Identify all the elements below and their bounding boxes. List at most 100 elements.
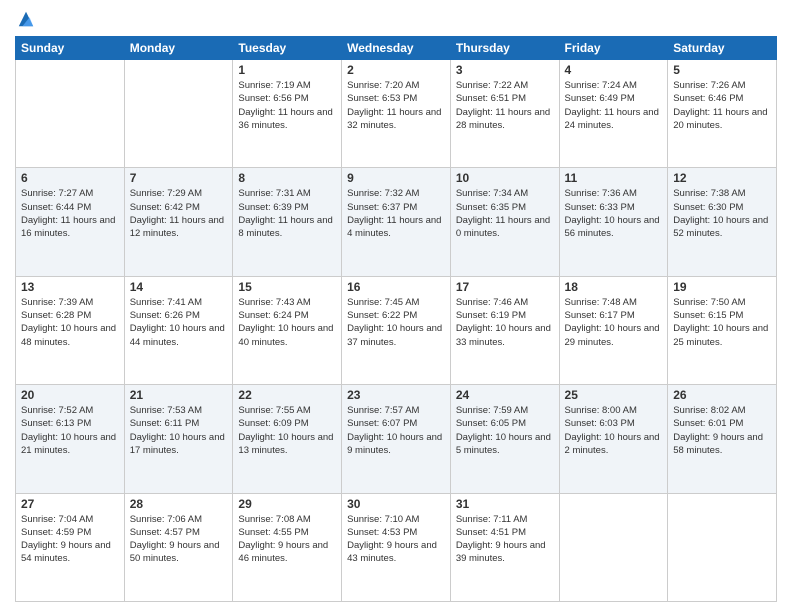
calendar-cell: 28 Sunrise: 7:06 AMSunset: 4:57 PMDayligh… xyxy=(124,493,233,601)
day-number: 18 xyxy=(565,280,663,294)
calendar-cell: 27 Sunrise: 7:04 AMSunset: 4:59 PMDayligh… xyxy=(16,493,125,601)
day-info: Sunrise: 7:20 AMSunset: 6:53 PMDaylight:… xyxy=(347,79,445,132)
day-number: 13 xyxy=(21,280,119,294)
day-number: 19 xyxy=(673,280,771,294)
day-info: Sunrise: 7:46 AMSunset: 6:19 PMDaylight:… xyxy=(456,296,554,349)
day-info: Sunrise: 7:43 AMSunset: 6:24 PMDaylight:… xyxy=(238,296,336,349)
calendar-cell: 25 Sunrise: 8:00 AMSunset: 6:03 PMDayligh… xyxy=(559,385,668,493)
day-number: 4 xyxy=(565,63,663,77)
day-info: Sunrise: 7:04 AMSunset: 4:59 PMDaylight:… xyxy=(21,513,119,566)
week-row-3: 13 Sunrise: 7:39 AMSunset: 6:28 PMDayligh… xyxy=(16,276,777,384)
calendar-cell: 24 Sunrise: 7:59 AMSunset: 6:05 PMDayligh… xyxy=(450,385,559,493)
day-info: Sunrise: 7:59 AMSunset: 6:05 PMDaylight:… xyxy=(456,404,554,457)
calendar-cell: 22 Sunrise: 7:55 AMSunset: 6:09 PMDayligh… xyxy=(233,385,342,493)
day-info: Sunrise: 7:32 AMSunset: 6:37 PMDaylight:… xyxy=(347,187,445,240)
day-info: Sunrise: 7:48 AMSunset: 6:17 PMDaylight:… xyxy=(565,296,663,349)
day-number: 1 xyxy=(238,63,336,77)
week-row-4: 20 Sunrise: 7:52 AMSunset: 6:13 PMDayligh… xyxy=(16,385,777,493)
day-number: 27 xyxy=(21,497,119,511)
day-number: 8 xyxy=(238,171,336,185)
calendar-cell: 4Sunrise: 7:24 AMSunset: 6:49 PMDaylight… xyxy=(559,60,668,168)
day-info: Sunrise: 7:57 AMSunset: 6:07 PMDaylight:… xyxy=(347,404,445,457)
calendar-cell: 5Sunrise: 7:26 AMSunset: 6:46 PMDaylight… xyxy=(668,60,777,168)
calendar-cell xyxy=(16,60,125,168)
day-info: Sunrise: 7:38 AMSunset: 6:30 PMDaylight:… xyxy=(673,187,771,240)
day-number: 3 xyxy=(456,63,554,77)
logo xyxy=(15,10,35,28)
week-row-1: 1 Sunrise: 7:19 AMSunset: 6:56 PMDaylight… xyxy=(16,60,777,168)
day-number: 29 xyxy=(238,497,336,511)
calendar-cell: 19 Sunrise: 7:50 AMSunset: 6:15 PMDayligh… xyxy=(668,276,777,384)
day-number: 20 xyxy=(21,388,119,402)
calendar-cell: 7 Sunrise: 7:29 AMSunset: 6:42 PMDaylight… xyxy=(124,168,233,276)
day-info: Sunrise: 7:36 AMSunset: 6:33 PMDaylight:… xyxy=(565,187,663,240)
day-number: 9 xyxy=(347,171,445,185)
page: SundayMondayTuesdayWednesdayThursdayFrid… xyxy=(0,0,792,612)
calendar-cell: 15 Sunrise: 7:43 AMSunset: 6:24 PMDayligh… xyxy=(233,276,342,384)
day-info: Sunrise: 7:19 AMSunset: 6:56 PMDaylight:… xyxy=(238,79,336,132)
calendar-cell: 16Sunrise: 7:45 AMSunset: 6:22 PMDayligh… xyxy=(342,276,451,384)
day-info: Sunrise: 8:02 AMSunset: 6:01 PMDaylight:… xyxy=(673,404,771,457)
day-info: Sunrise: 7:53 AMSunset: 6:11 PMDaylight:… xyxy=(130,404,228,457)
day-info: Sunrise: 7:45 AMSunset: 6:22 PMDaylight:… xyxy=(347,296,445,349)
day-number: 15 xyxy=(238,280,336,294)
calendar-cell: 11 Sunrise: 7:36 AMSunset: 6:33 PMDayligh… xyxy=(559,168,668,276)
day-number: 30 xyxy=(347,497,445,511)
day-info: Sunrise: 7:55 AMSunset: 6:09 PMDaylight:… xyxy=(238,404,336,457)
day-number: 11 xyxy=(565,171,663,185)
calendar-table: SundayMondayTuesdayWednesdayThursdayFrid… xyxy=(15,36,777,602)
calendar-cell: 10 Sunrise: 7:34 AMSunset: 6:35 PMDayligh… xyxy=(450,168,559,276)
calendar-cell: 20 Sunrise: 7:52 AMSunset: 6:13 PMDayligh… xyxy=(16,385,125,493)
calendar-cell: 29 Sunrise: 7:08 AMSunset: 4:55 PMDayligh… xyxy=(233,493,342,601)
calendar-cell: 8 Sunrise: 7:31 AMSunset: 6:39 PMDaylight… xyxy=(233,168,342,276)
week-row-5: 27 Sunrise: 7:04 AMSunset: 4:59 PMDayligh… xyxy=(16,493,777,601)
day-info: Sunrise: 7:39 AMSunset: 6:28 PMDaylight:… xyxy=(21,296,119,349)
day-number: 10 xyxy=(456,171,554,185)
day-info: Sunrise: 7:50 AMSunset: 6:15 PMDaylight:… xyxy=(673,296,771,349)
calendar-cell: 18 Sunrise: 7:48 AMSunset: 6:17 PMDayligh… xyxy=(559,276,668,384)
calendar-cell: 21 Sunrise: 7:53 AMSunset: 6:11 PMDayligh… xyxy=(124,385,233,493)
day-info: Sunrise: 7:26 AMSunset: 6:46 PMDaylight:… xyxy=(673,79,771,132)
day-info: Sunrise: 7:08 AMSunset: 4:55 PMDaylight:… xyxy=(238,513,336,566)
day-number: 26 xyxy=(673,388,771,402)
day-info: Sunrise: 7:29 AMSunset: 6:42 PMDaylight:… xyxy=(130,187,228,240)
day-header-thursday: Thursday xyxy=(450,37,559,60)
calendar-cell: 2 Sunrise: 7:20 AMSunset: 6:53 PMDaylight… xyxy=(342,60,451,168)
week-row-2: 6 Sunrise: 7:27 AMSunset: 6:44 PMDaylight… xyxy=(16,168,777,276)
day-info: Sunrise: 7:52 AMSunset: 6:13 PMDaylight:… xyxy=(21,404,119,457)
day-info: Sunrise: 7:34 AMSunset: 6:35 PMDaylight:… xyxy=(456,187,554,240)
day-info: Sunrise: 7:11 AMSunset: 4:51 PMDaylight:… xyxy=(456,513,554,566)
day-header-sunday: Sunday xyxy=(16,37,125,60)
day-info: Sunrise: 7:06 AMSunset: 4:57 PMDaylight:… xyxy=(130,513,228,566)
calendar-cell: 31Sunrise: 7:11 AMSunset: 4:51 PMDayligh… xyxy=(450,493,559,601)
day-header-saturday: Saturday xyxy=(668,37,777,60)
day-number: 17 xyxy=(456,280,554,294)
day-number: 22 xyxy=(238,388,336,402)
calendar-cell: 3Sunrise: 7:22 AMSunset: 6:51 PMDaylight… xyxy=(450,60,559,168)
day-number: 2 xyxy=(347,63,445,77)
day-info: Sunrise: 7:10 AMSunset: 4:53 PMDaylight:… xyxy=(347,513,445,566)
day-number: 28 xyxy=(130,497,228,511)
calendar-cell: 6 Sunrise: 7:27 AMSunset: 6:44 PMDaylight… xyxy=(16,168,125,276)
day-number: 7 xyxy=(130,171,228,185)
day-number: 12 xyxy=(673,171,771,185)
calendar-cell: 17 Sunrise: 7:46 AMSunset: 6:19 PMDayligh… xyxy=(450,276,559,384)
calendar-cell: 23 Sunrise: 7:57 AMSunset: 6:07 PMDayligh… xyxy=(342,385,451,493)
day-info: Sunrise: 7:31 AMSunset: 6:39 PMDaylight:… xyxy=(238,187,336,240)
day-info: Sunrise: 7:27 AMSunset: 6:44 PMDaylight:… xyxy=(21,187,119,240)
day-number: 6 xyxy=(21,171,119,185)
day-header-wednesday: Wednesday xyxy=(342,37,451,60)
day-header-friday: Friday xyxy=(559,37,668,60)
calendar-cell: 14Sunrise: 7:41 AMSunset: 6:26 PMDayligh… xyxy=(124,276,233,384)
day-number: 23 xyxy=(347,388,445,402)
day-header-tuesday: Tuesday xyxy=(233,37,342,60)
day-number: 25 xyxy=(565,388,663,402)
day-info: Sunrise: 8:00 AMSunset: 6:03 PMDaylight:… xyxy=(565,404,663,457)
day-number: 21 xyxy=(130,388,228,402)
calendar-cell: 9 Sunrise: 7:32 AMSunset: 6:37 PMDaylight… xyxy=(342,168,451,276)
calendar-header-row: SundayMondayTuesdayWednesdayThursdayFrid… xyxy=(16,37,777,60)
calendar-cell: 26 Sunrise: 8:02 AMSunset: 6:01 PMDayligh… xyxy=(668,385,777,493)
calendar-cell: 30 Sunrise: 7:10 AMSunset: 4:53 PMDayligh… xyxy=(342,493,451,601)
day-number: 14 xyxy=(130,280,228,294)
day-number: 24 xyxy=(456,388,554,402)
